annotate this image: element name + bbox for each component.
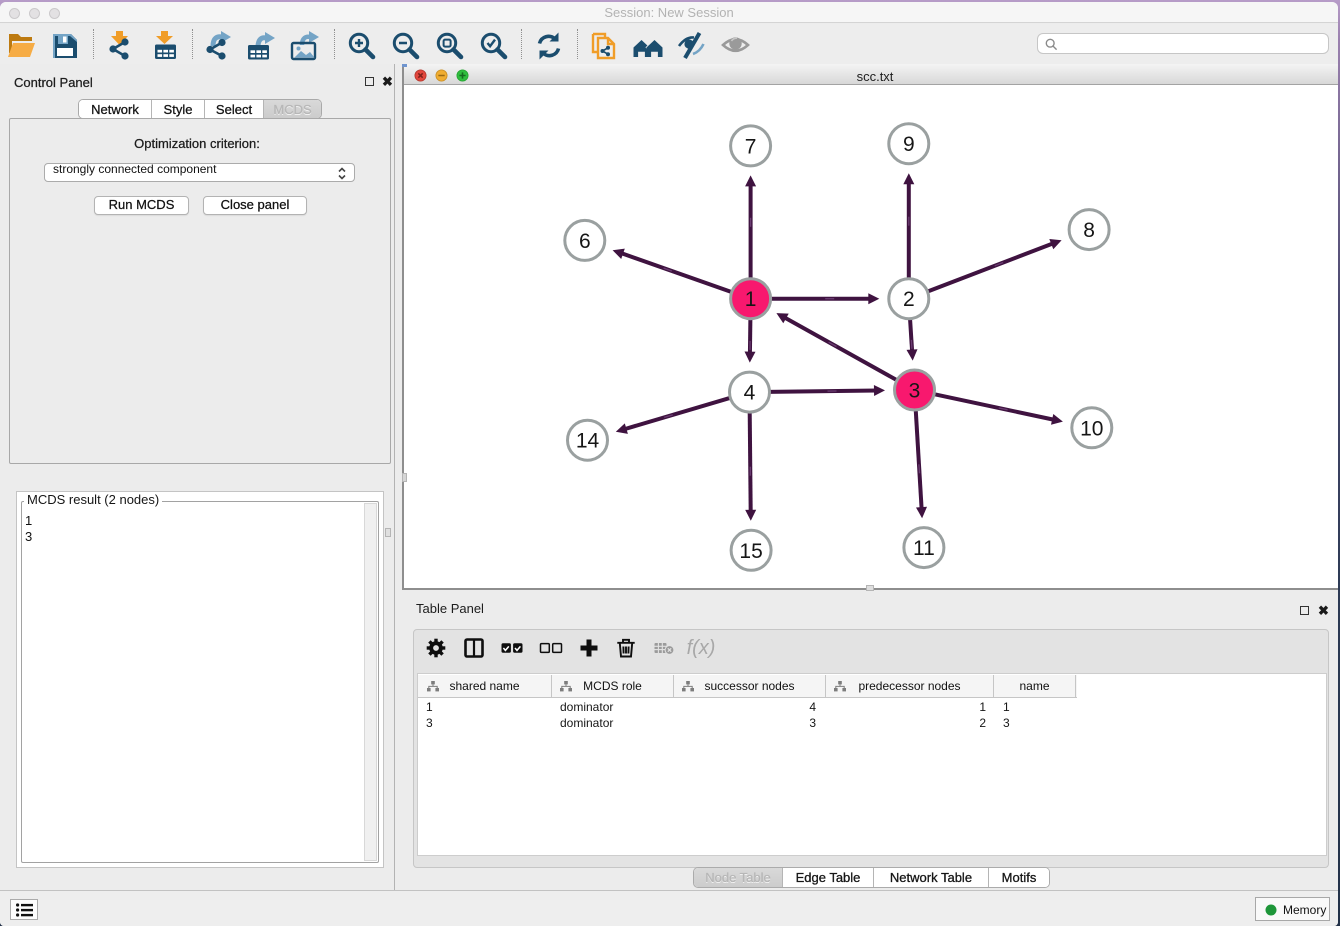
svg-text:11: 11 bbox=[913, 537, 935, 560]
svg-text:8: 8 bbox=[1083, 219, 1095, 242]
svg-text:6: 6 bbox=[579, 230, 591, 253]
svg-text:4: 4 bbox=[744, 382, 756, 405]
svg-text:9: 9 bbox=[903, 133, 915, 156]
svg-text:3: 3 bbox=[909, 380, 921, 403]
svg-text:7: 7 bbox=[745, 135, 757, 158]
svg-text:10: 10 bbox=[1080, 417, 1103, 440]
svg-text:f(x): f(x) bbox=[687, 637, 716, 659]
svg-text:1: 1 bbox=[745, 288, 757, 311]
svg-text:2: 2 bbox=[903, 288, 915, 311]
svg-text:14: 14 bbox=[576, 430, 600, 453]
svg-text:15: 15 bbox=[739, 540, 762, 563]
